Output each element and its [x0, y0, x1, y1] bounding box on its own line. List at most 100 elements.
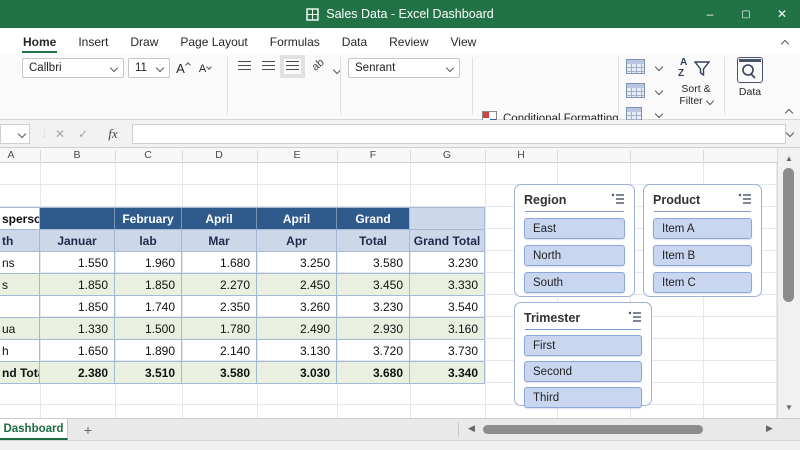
pivot-cell[interactable]: 1.500: [115, 318, 182, 340]
tab-formulas[interactable]: Formulas: [259, 30, 331, 53]
align-top-icon[interactable]: [238, 61, 251, 72]
tab-insert[interactable]: Insert: [67, 30, 119, 53]
sort-filter-button[interactable]: A Z Sort & Filter: [672, 57, 720, 107]
slicer-item[interactable]: Item C: [653, 272, 752, 293]
vertical-scroll-thumb[interactable]: [783, 168, 794, 302]
pivot-header-cell[interactable]: Grand: [337, 208, 410, 230]
add-sheet-button[interactable]: +: [78, 419, 98, 440]
pivot-cell[interactable]: 1.680: [182, 252, 257, 274]
fill-icon[interactable]: [626, 83, 645, 98]
font-size-combo[interactable]: 11: [128, 58, 170, 78]
pivot-cell[interactable]: 3.130: [257, 340, 337, 362]
pivot-header-cell[interactable]: [410, 208, 485, 230]
pivot-cell[interactable]: 3.510: [115, 362, 182, 384]
pivot-row-label[interactable]: s: [0, 274, 40, 296]
collapse-ribbon-icon[interactable]: [784, 108, 794, 118]
pivot-cell[interactable]: 1.960: [115, 252, 182, 274]
pivot-cell[interactable]: 3.230: [410, 252, 485, 274]
pivot-subheader-cell[interactable]: Total: [337, 230, 410, 252]
number-format-combo[interactable]: Senrant: [348, 58, 460, 78]
slicer-item[interactable]: East: [524, 218, 625, 239]
pivot-row-label[interactable]: ns: [0, 252, 40, 274]
hscroll-left-icon[interactable]: ◀: [468, 423, 475, 434]
tab-page-layout[interactable]: Page Layout: [169, 30, 258, 53]
pivot-cell[interactable]: 3.580: [182, 362, 257, 384]
pivot-cell[interactable]: 3.230: [337, 296, 410, 318]
pivot-cell[interactable]: 1.780: [182, 318, 257, 340]
scroll-up-icon[interactable]: ▲: [778, 154, 800, 163]
pivot-header-cell[interactable]: April: [182, 208, 257, 230]
pivot-cell[interactable]: 1.850: [40, 296, 115, 318]
chevron-down-icon[interactable]: [654, 86, 664, 96]
tab-draw[interactable]: Draw: [119, 30, 169, 53]
minimize-button[interactable]: –: [692, 0, 728, 28]
slicer-item[interactable]: Third: [524, 387, 642, 408]
pivot-cell[interactable]: 2.930: [337, 318, 410, 340]
pivot-cell[interactable]: 2.350: [182, 296, 257, 318]
formula-input[interactable]: [132, 124, 786, 144]
pivot-subheader-cell[interactable]: Grand Total: [410, 230, 485, 252]
orientation-icon[interactable]: ab: [310, 56, 327, 73]
pivot-corner-bottom[interactable]: th: [0, 230, 40, 252]
font-name-combo[interactable]: Callbri: [22, 58, 124, 78]
slicer-item[interactable]: Item A: [653, 218, 752, 239]
worksheet-grid[interactable]: sperson February April April Grand th Ja…: [0, 163, 777, 418]
pivot-cell[interactable]: 3.450: [337, 274, 410, 296]
pivot-cell[interactable]: 3.260: [257, 296, 337, 318]
tab-home[interactable]: Home: [12, 30, 67, 53]
pivot-cell[interactable]: 3.580: [337, 252, 410, 274]
tab-review[interactable]: Review: [378, 30, 439, 53]
slicer-item[interactable]: Item B: [653, 245, 752, 266]
align-bottom-icon[interactable]: [280, 55, 305, 78]
sheet-tab-dashboard[interactable]: Dashboard: [0, 419, 68, 440]
slicer-item[interactable]: South: [524, 272, 625, 293]
column-header-b[interactable]: B: [62, 149, 92, 161]
grow-font-button[interactable]: A: [174, 58, 192, 78]
pivot-subheader-cell[interactable]: lab: [115, 230, 182, 252]
pivot-cell[interactable]: 3.340: [410, 362, 485, 384]
pivot-cell[interactable]: 1.740: [115, 296, 182, 318]
pivot-subheader-cell[interactable]: Januar: [40, 230, 115, 252]
insert-function-button[interactable]: fx: [103, 124, 123, 144]
close-button[interactable]: ✕: [764, 0, 800, 28]
horizontal-scroll-thumb[interactable]: [483, 425, 703, 434]
shrink-font-button[interactable]: A: [196, 60, 214, 78]
multi-select-icon[interactable]: [611, 191, 625, 209]
pivot-cell[interactable]: 2.450: [257, 274, 337, 296]
pivot-grand-total-label[interactable]: nd Total: [0, 362, 40, 384]
align-middle-icon[interactable]: [262, 61, 275, 72]
pivot-header-cell[interactable]: February: [115, 208, 182, 230]
pivot-subheader-cell[interactable]: Apr: [257, 230, 337, 252]
pivot-cell[interactable]: 1.890: [115, 340, 182, 362]
pivot-cell[interactable]: 3.730: [410, 340, 485, 362]
pivot-header-cell[interactable]: [40, 208, 115, 230]
scroll-down-icon[interactable]: ▼: [778, 403, 800, 412]
pivot-cell[interactable]: 2.140: [182, 340, 257, 362]
pivot-corner-top[interactable]: sperson: [0, 208, 40, 230]
pivot-cell[interactable]: 1.850: [115, 274, 182, 296]
slicer-item[interactable]: North: [524, 245, 625, 266]
column-header-a[interactable]: A: [0, 149, 26, 161]
name-box[interactable]: [0, 124, 30, 144]
data-queries-button[interactable]: Data: [732, 57, 768, 98]
pivot-cell[interactable]: 3.330: [410, 274, 485, 296]
column-header-c[interactable]: C: [133, 149, 163, 161]
slicer-item[interactable]: Second: [524, 361, 642, 382]
pivot-cell[interactable]: 3.030: [257, 362, 337, 384]
slicer-item[interactable]: First: [524, 335, 642, 356]
pivot-cell[interactable]: 3.160: [410, 318, 485, 340]
pivot-cell[interactable]: 1.650: [40, 340, 115, 362]
pivot-cell[interactable]: 1.330: [40, 318, 115, 340]
pivot-cell[interactable]: 1.850: [40, 274, 115, 296]
pivot-cell[interactable]: 3.250: [257, 252, 337, 274]
pivot-cell[interactable]: 1.550: [40, 252, 115, 274]
multi-select-icon[interactable]: [738, 191, 752, 209]
pivot-row-label[interactable]: h: [0, 340, 40, 362]
pivot-cell[interactable]: 2.270: [182, 274, 257, 296]
cancel-button[interactable]: ✕: [50, 124, 70, 144]
pivot-cell[interactable]: 2.490: [257, 318, 337, 340]
pivot-cell[interactable]: 3.720: [337, 340, 410, 362]
hscroll-right-icon[interactable]: ▶: [766, 423, 773, 434]
tab-data[interactable]: Data: [331, 30, 378, 53]
pivot-subheader-cell[interactable]: Mar: [182, 230, 257, 252]
